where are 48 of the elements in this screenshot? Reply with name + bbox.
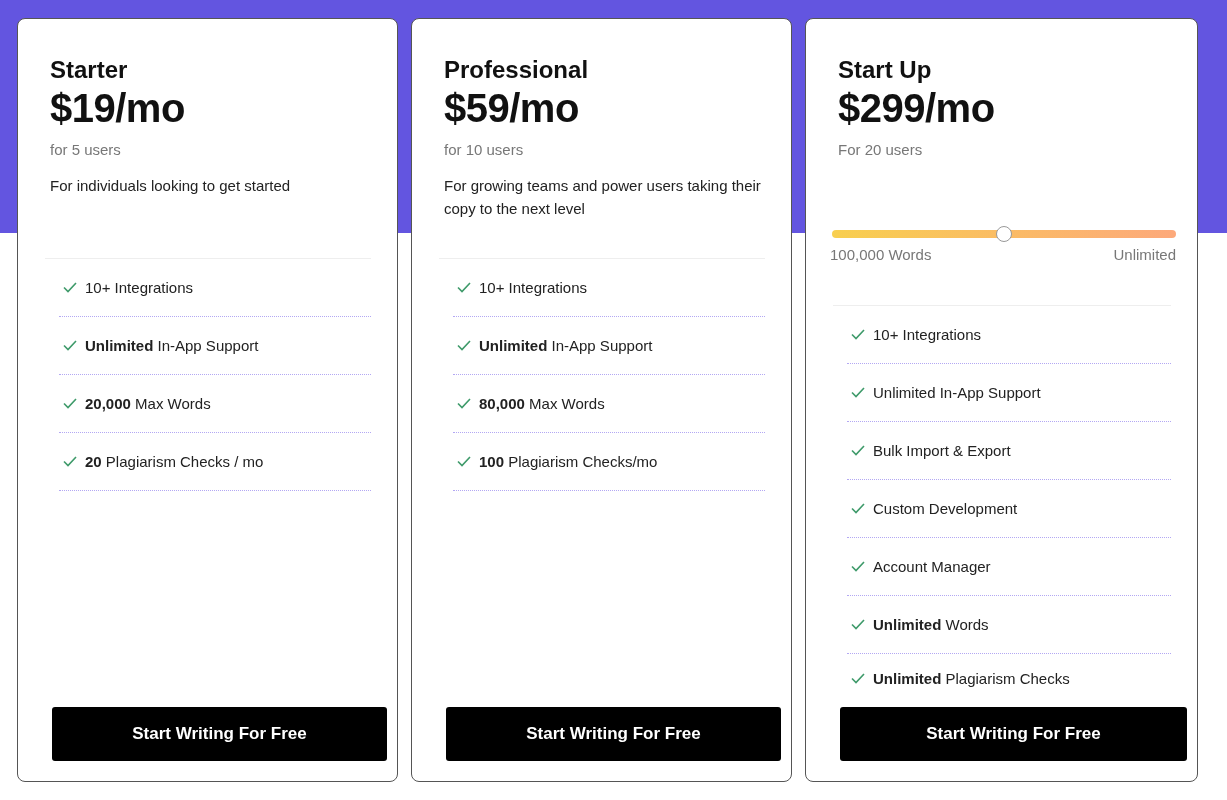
check-icon xyxy=(851,503,865,514)
check-icon xyxy=(63,456,77,467)
check-icon xyxy=(851,387,865,398)
feature-text: 10+ Integrations xyxy=(85,279,193,296)
check-icon xyxy=(63,340,77,351)
plan-users: for 5 users xyxy=(50,141,122,158)
slider-thumb[interactable] xyxy=(996,226,1012,242)
start-writing-button[interactable]: Start Writing For Free xyxy=(52,707,387,761)
plan-description: For growing teams and power users taking their copy to the next level xyxy=(444,176,762,219)
start-writing-button[interactable]: Start Writing For Free xyxy=(840,707,1187,761)
feature-text: 10+ Integrations xyxy=(873,326,981,343)
feature-text: 80,000 Max Words xyxy=(479,395,605,412)
feature-text: 10+ Integrations xyxy=(479,279,587,296)
feature-text: Custom Development xyxy=(873,500,1018,517)
plan-description: For individuals looking to get started xyxy=(50,176,292,196)
word-slider[interactable] xyxy=(832,226,1176,242)
feature-text: Unlimited In-App Support xyxy=(873,384,1041,401)
check-icon xyxy=(851,445,865,456)
check-icon xyxy=(457,456,471,467)
check-icon xyxy=(457,398,471,409)
check-icon xyxy=(851,672,865,684)
feature-text: Unlimited Words xyxy=(873,616,989,633)
check-icon xyxy=(851,329,865,340)
plan-users: for 10 users xyxy=(444,141,525,158)
slider-min-label: 100,000 Words xyxy=(830,246,932,263)
feature-text: Unlimited In-App Support xyxy=(479,337,653,354)
check-icon xyxy=(457,282,471,293)
plan-name: Start Up xyxy=(838,55,933,85)
check-icon xyxy=(851,561,865,572)
feature-text: 20,000 Max Words xyxy=(85,395,211,412)
check-icon xyxy=(457,340,471,351)
check-icon xyxy=(851,619,865,630)
plan-name: Starter xyxy=(50,55,129,85)
feature-text: 100 Plagiarism Checks/mo xyxy=(479,453,658,470)
feature-text: Account Manager xyxy=(873,558,991,575)
plan-name: Professional xyxy=(444,55,590,85)
slider-max-label: Unlimited xyxy=(1113,246,1176,263)
plan-price: $299/mo xyxy=(838,85,996,131)
check-icon xyxy=(63,398,77,409)
feature-text: Unlimited Plagiarism Checks xyxy=(873,669,1070,687)
feature-text: Bulk Import & Export xyxy=(873,442,1011,459)
feature-text: Unlimited In-App Support xyxy=(85,337,259,354)
plan-price: $19/mo xyxy=(50,85,186,131)
check-icon xyxy=(63,282,77,293)
feature-text: 20 Plagiarism Checks / mo xyxy=(85,453,264,470)
start-writing-button[interactable]: Start Writing For Free xyxy=(446,707,781,761)
plan-users: For 20 users xyxy=(838,141,924,158)
plan-price: $59/mo xyxy=(444,85,580,131)
